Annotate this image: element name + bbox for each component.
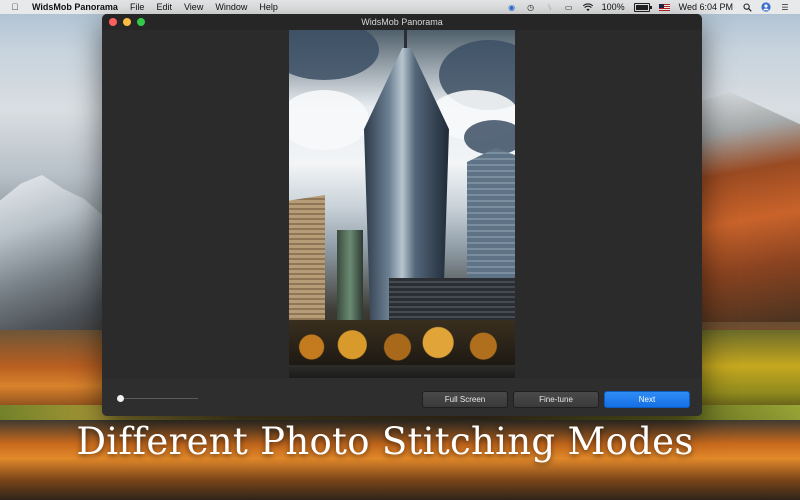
photo-trees (289, 320, 515, 365)
menu-bar:  WidsMob Panorama File Edit View Window… (0, 0, 800, 14)
preview-canvas (102, 30, 702, 383)
clock[interactable]: Wed 6:04 PM (679, 2, 733, 12)
photo-cloud (464, 120, 515, 155)
photo-cloud (289, 90, 369, 150)
bottom-toolbar: Full Screen Fine-tune Next (102, 378, 702, 416)
status-area: ◉ ◷ ᛊ ▭ 100% Wed 6:04 PM ☰ (507, 2, 790, 12)
time-machine-icon[interactable]: ◷ (526, 3, 536, 12)
apple-icon[interactable]:  (10, 2, 20, 12)
wifi-icon[interactable] (582, 2, 593, 12)
promo-caption: Different Photo Stitching Modes (76, 420, 694, 463)
next-button[interactable]: Next (604, 391, 690, 408)
battery-icon[interactable] (633, 2, 652, 12)
menu-edit[interactable]: Edit (156, 2, 172, 12)
bluetooth-icon[interactable]: ᛊ (545, 3, 555, 12)
list-icon[interactable]: ☰ (780, 3, 790, 12)
title-bar: WidsMob Panorama (102, 14, 702, 31)
wallpaper-forest-left (0, 330, 105, 410)
menu-app-name[interactable]: WidsMob Panorama (32, 2, 118, 12)
full-screen-button[interactable]: Full Screen (422, 391, 508, 408)
menu-help[interactable]: Help (259, 2, 278, 12)
battery-percent: 100% (601, 2, 625, 12)
zoom-slider-knob[interactable] (117, 395, 124, 402)
fine-tune-button[interactable]: Fine-tune (513, 391, 599, 408)
zoom-slider-track[interactable] (120, 398, 198, 399)
user-icon[interactable] (761, 2, 771, 12)
app-window: WidsMob Panorama Full Screen Fine-tune N… (102, 14, 702, 416)
window-title: WidsMob Panorama (361, 17, 443, 27)
photo-left-tower (289, 195, 325, 335)
display-icon[interactable]: ▭ (564, 3, 574, 12)
preview-photo[interactable] (289, 30, 515, 383)
menu-view[interactable]: View (184, 2, 203, 12)
globe-icon[interactable]: ◉ (507, 3, 517, 12)
flag-icon[interactable] (658, 3, 670, 11)
menu-window[interactable]: Window (215, 2, 247, 12)
search-icon[interactable] (742, 2, 752, 12)
battery-fill (635, 4, 648, 10)
photo-cloud (289, 30, 379, 80)
menu-file[interactable]: File (130, 2, 145, 12)
wallpaper-mountain-right (700, 92, 800, 322)
